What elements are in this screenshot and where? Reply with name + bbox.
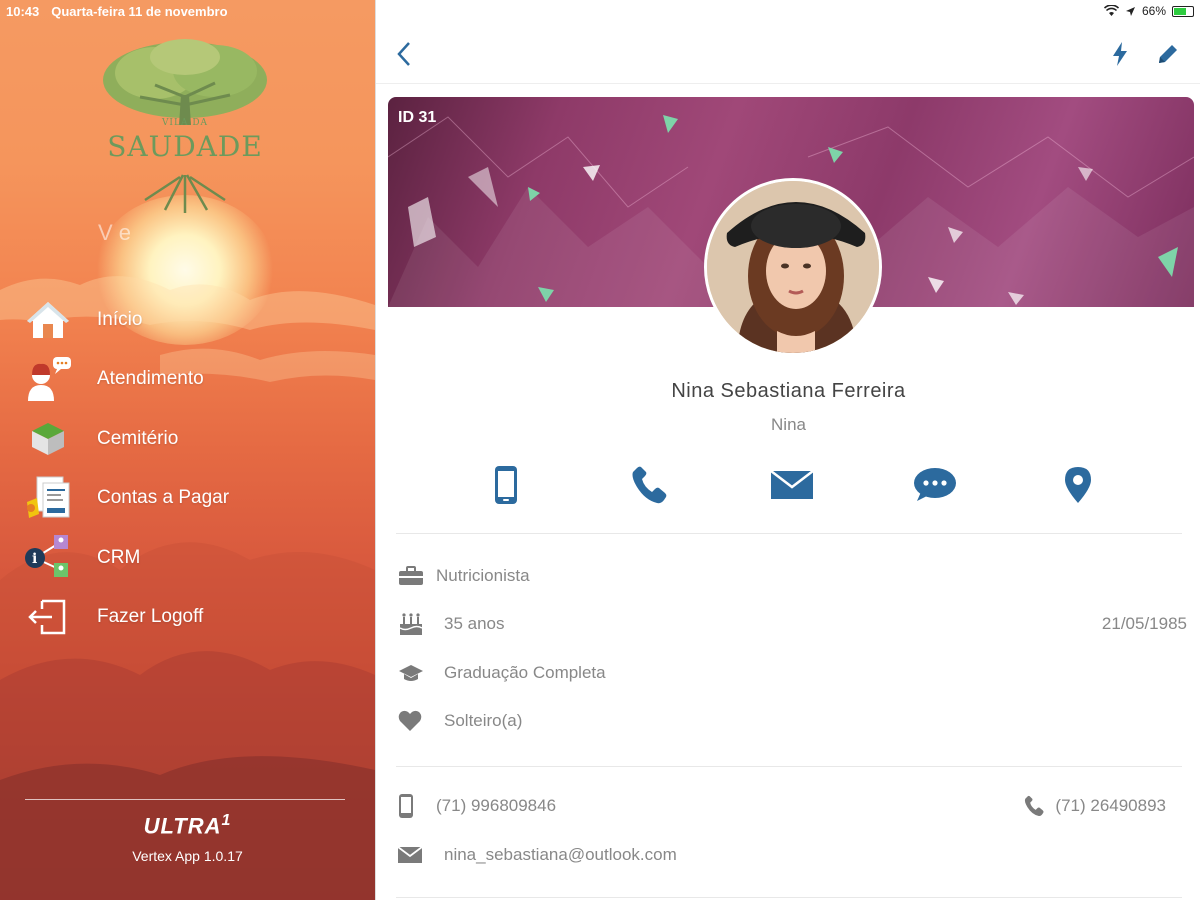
call-button[interactable] [577, 460, 720, 510]
location-arrow-icon [1125, 6, 1135, 16]
section-divider [396, 533, 1182, 534]
heart-icon [398, 710, 424, 732]
chevron-left-icon [397, 42, 410, 66]
phone-small-icon [1025, 795, 1044, 817]
profession-value: Nutricionista [436, 566, 530, 585]
email-small-icon [398, 847, 424, 863]
sidebar-divider [25, 799, 345, 800]
sidebar-item-crm[interactable]: i CRM [22, 528, 362, 588]
mobile-button[interactable] [434, 460, 577, 510]
navigation-bar [376, 22, 1200, 84]
battery-percent: 66% [1141, 4, 1166, 18]
status-date: Quarta-feira 11 de novembro [51, 3, 228, 19]
landline-group: (71) 26490893 [1023, 795, 1166, 817]
briefcase-icon [398, 566, 424, 586]
marital-status-value: Solteiro(a) [444, 711, 523, 730]
bills-icon [22, 474, 74, 522]
sidebar-item-label: CRM [97, 546, 141, 568]
contact-actions [434, 460, 1200, 510]
edit-button[interactable] [1150, 36, 1186, 72]
sidebar-item-label: Início [97, 308, 143, 330]
sidebar-item-contas-a-pagar[interactable]: Contas a Pagar [22, 469, 362, 529]
education-row: Graduação Completa [398, 658, 1184, 688]
marital-status-row: Solteiro(a) [398, 706, 1184, 736]
crm-icon: i [22, 534, 74, 582]
sidebar-item-fazer-logoff[interactable]: Fazer Logoff [22, 588, 362, 648]
status-bar: 10:43 Quarta-feira 11 de novembro 66% [0, 0, 1200, 22]
email-row: nina_sebastiana@outlook.com [398, 840, 1184, 870]
sidebar-item-label: Contas a Pagar [97, 487, 230, 509]
graduation-cap-icon [398, 663, 424, 683]
email-button[interactable] [720, 460, 863, 510]
sidebar-item-label: Cemitério [97, 427, 179, 449]
location-icon [1064, 467, 1091, 503]
mobile-number[interactable]: (71) 996809846 [436, 796, 556, 816]
logo-title: SAUDADE [107, 130, 263, 163]
logoff-icon [22, 593, 74, 641]
sidebar-item-label: Atendimento [97, 368, 204, 390]
cake-icon [398, 612, 424, 636]
profession-row: Nutricionista [398, 561, 1184, 591]
section-divider [396, 897, 1182, 898]
sidebar: VILA DA SAUDADE V e Início Atendimento C… [0, 0, 375, 900]
battery-icon [1172, 5, 1194, 17]
brand-superscript: 1 [221, 812, 232, 829]
sidebar-item-atendimento[interactable]: Atendimento [22, 350, 362, 410]
age-value: 35 anos [444, 614, 505, 633]
mobile-icon [494, 466, 517, 504]
faded-caption: V e [98, 220, 132, 245]
svg-text:i: i [32, 551, 37, 567]
phone-icon [632, 466, 666, 504]
home-icon [22, 296, 74, 344]
email-value[interactable]: nina_sebastiana@outlook.com [444, 845, 677, 865]
birthdate-value: 21/05/1985 [1101, 614, 1187, 633]
lightning-icon [1113, 42, 1127, 66]
brand-logo: ULTRA1 [0, 812, 375, 839]
status-time: 10:43 [6, 3, 40, 19]
education-value: Graduação Completa [444, 663, 606, 682]
age-row: 35 anos 21/05/1985 [398, 609, 1187, 639]
wifi-icon [1103, 5, 1119, 16]
sidebar-menu: Início Atendimento Cemitério Contas a Pa… [22, 290, 362, 647]
pencil-icon [1159, 45, 1177, 63]
sidebar-item-inicio[interactable]: Início [22, 290, 362, 350]
landline-number[interactable]: (71) 26490893 [1055, 796, 1166, 816]
avatar [704, 178, 882, 356]
chat-icon [913, 468, 956, 501]
message-button[interactable] [863, 460, 1006, 510]
app-version: Vertex App 1.0.17 [132, 848, 243, 864]
attendant-icon [22, 355, 74, 403]
contact-nickname: Nina [771, 415, 806, 434]
cemetery-icon [22, 415, 74, 463]
logo-subtitle: VILA DA [161, 118, 209, 128]
back-button[interactable] [386, 36, 422, 72]
contact-id: ID 31 [398, 109, 437, 126]
brand-name: ULTRA [143, 813, 222, 839]
email-icon [769, 470, 814, 499]
location-button[interactable] [1006, 460, 1149, 510]
quick-actions-button[interactable] [1102, 36, 1138, 72]
sidebar-item-cemiterio[interactable]: Cemitério [22, 409, 362, 469]
mobile-small-icon [398, 793, 424, 819]
sidebar-item-label: Fazer Logoff [97, 606, 204, 628]
contact-detail-pane: ID 31 Nina Sebastiana Ferreira Nina Nutr… [375, 0, 1200, 900]
phones-row: (71) 996809846 (71) 26490893 [398, 791, 1184, 821]
section-divider [396, 766, 1182, 767]
contact-name: Nina Sebastiana Ferreira [671, 380, 906, 402]
